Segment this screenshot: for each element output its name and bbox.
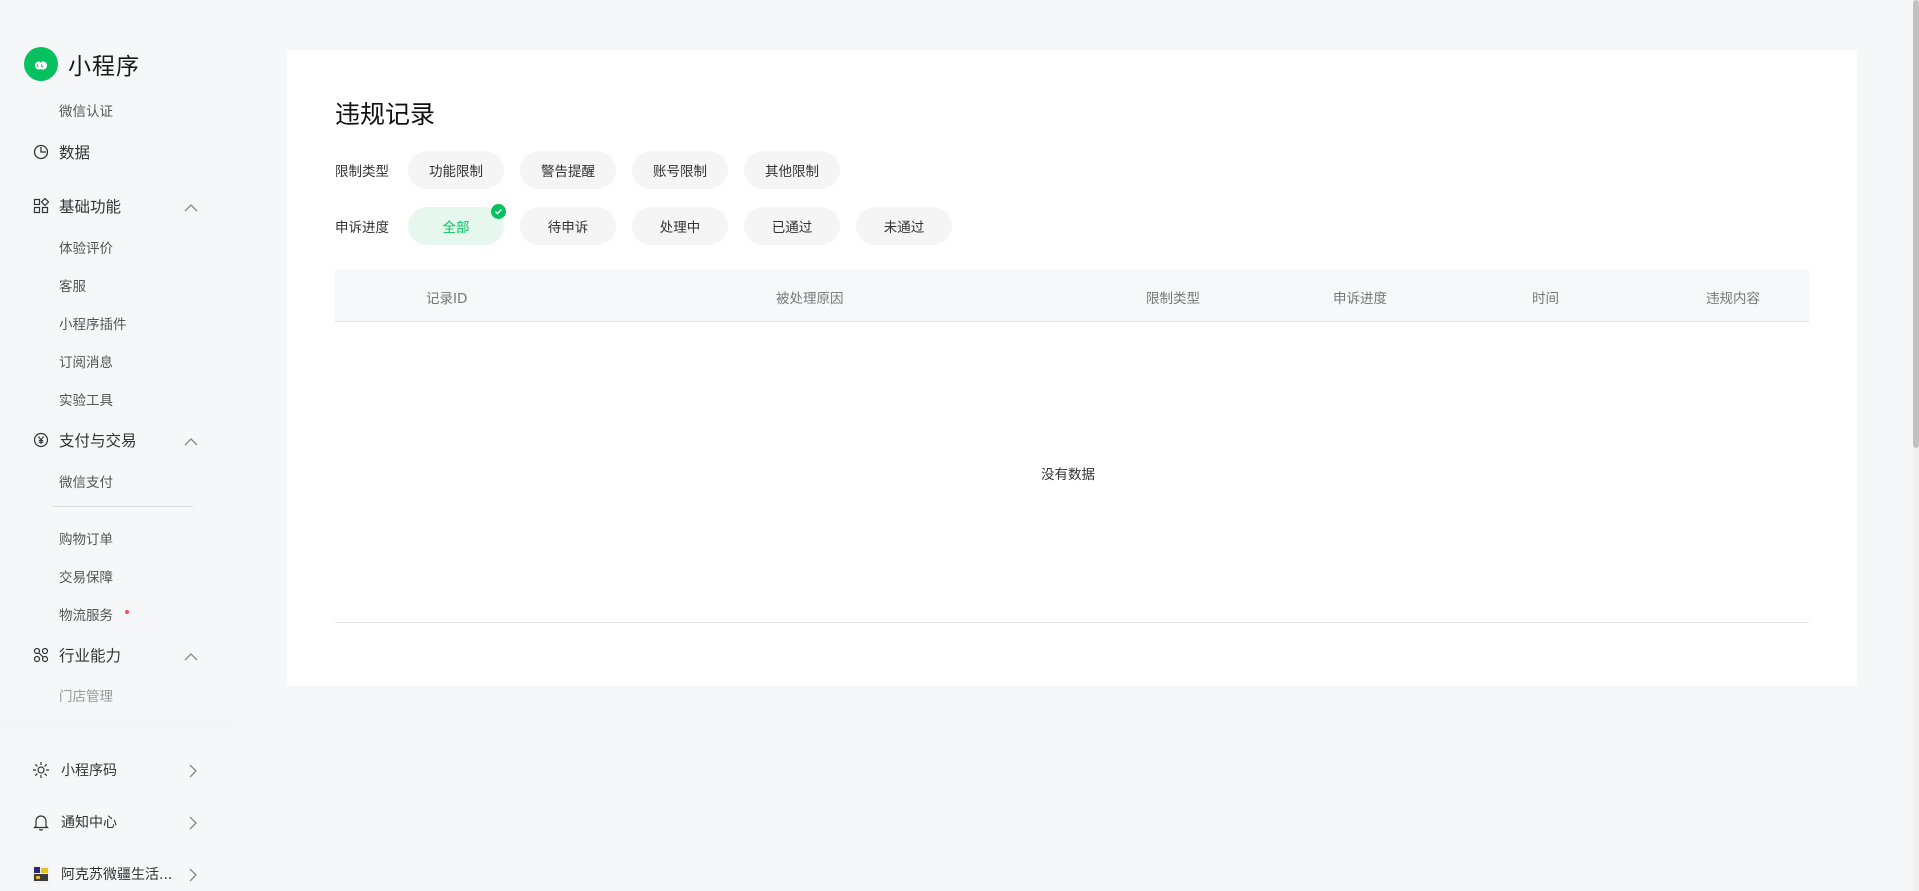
bottom-item-label: 阿克苏微疆生活... <box>61 867 173 883</box>
chevron-right-icon <box>188 815 198 834</box>
sidebar-item-shopping-orders[interactable]: 购物订单 <box>59 528 113 548</box>
filter-chip-account-limit[interactable]: 账号限制 <box>632 151 728 189</box>
filter-chip-approved[interactable]: 已通过 <box>744 207 840 245</box>
filter-chip-rejected[interactable]: 未通过 <box>856 207 952 245</box>
page-title: 违规记录 <box>335 100 436 129</box>
column-header-reason: 被处理原因 <box>776 291 844 307</box>
filter-chip-pending-appeal[interactable]: 待申诉 <box>520 207 616 245</box>
new-badge-dot <box>125 610 129 614</box>
filter-chip-processing[interactable]: 处理中 <box>632 207 728 245</box>
sidebar-item-trade-guarantee[interactable]: 交易保障 <box>59 566 113 586</box>
industry-nodes-icon <box>32 646 50 664</box>
restriction-type-filter: 限制类型 功能限制 警告提醒 账号限制 其他限制 <box>335 151 856 189</box>
filter-chip-warning[interactable]: 警告提醒 <box>520 151 616 189</box>
qrcode-sun-icon <box>32 761 50 779</box>
chevron-up-icon[interactable] <box>184 198 198 217</box>
chip-label: 全部 <box>442 220 470 236</box>
sidebar-item-logistics[interactable]: 物流服务 <box>59 604 113 624</box>
sidebar-item-store-management[interactable]: 门店管理 <box>59 685 113 705</box>
yen-circle-icon <box>32 431 50 449</box>
sidebar-group-label: 支付与交易 <box>59 432 137 450</box>
sidebar-item-lab-tools[interactable]: 实验工具 <box>59 389 113 409</box>
chevron-right-icon <box>188 763 198 782</box>
column-header-record-id: 记录ID <box>426 291 468 307</box>
sidebar-item-experience-review[interactable]: 体验评价 <box>59 237 113 257</box>
column-header-violation-content: 违规内容 <box>1706 291 1760 307</box>
table-bottom-border <box>335 622 1809 623</box>
empty-state-text: 没有数据 <box>1041 467 1095 483</box>
sidebar-scroll-fade <box>0 705 232 727</box>
bottom-item-label: 通知中心 <box>61 815 117 831</box>
sidebar-item-plugins[interactable]: 小程序插件 <box>59 313 127 333</box>
sidebar-bottom-qrcode[interactable]: 小程序码 <box>32 760 198 780</box>
appeal-progress-filter: 申诉进度 全部 待申诉 处理中 已通过 未通过 <box>335 204 968 245</box>
bell-icon <box>32 813 50 831</box>
sidebar-item-wechat-verify[interactable]: 微信认证 <box>59 100 113 120</box>
filter-label: 限制类型 <box>335 164 389 180</box>
sidebar-bottom-notifications[interactable]: 通知中心 <box>32 812 198 832</box>
filter-chip-all[interactable]: 全部 <box>408 204 506 245</box>
filter-label: 申诉进度 <box>335 220 389 236</box>
sidebar-group-label: 行业能力 <box>59 647 122 665</box>
grid-icon <box>32 197 50 215</box>
bottom-item-label: 小程序码 <box>61 763 117 779</box>
miniprogram-logo-icon <box>24 47 58 81</box>
sidebar-group-label: 数据 <box>59 144 91 162</box>
column-header-time: 时间 <box>1532 291 1559 307</box>
app-logo[interactable]: 小程序 <box>24 47 140 81</box>
sidebar-item-subscribe-messages[interactable]: 订阅消息 <box>59 351 113 371</box>
chevron-up-icon[interactable] <box>184 432 198 451</box>
column-header-appeal-progress: 申诉进度 <box>1333 291 1387 307</box>
page-scrollbar-thumb[interactable] <box>1913 0 1919 448</box>
sidebar-group-industry[interactable]: 行业能力 <box>32 644 212 666</box>
sidebar-item-wechat-pay[interactable]: 微信支付 <box>59 471 113 491</box>
sidebar-item-customer-service[interactable]: 客服 <box>59 275 86 295</box>
violation-records-panel: 违规记录 限制类型 功能限制 警告提醒 账号限制 其他限制 申诉进度 全部 待申… <box>287 50 1857 686</box>
check-icon <box>491 204 506 219</box>
sidebar-group-payment[interactable]: 支付与交易 <box>32 429 212 451</box>
filter-chip-function-limit[interactable]: 功能限制 <box>408 151 504 189</box>
filter-chip-other-limit[interactable]: 其他限制 <box>744 151 840 189</box>
sidebar-divider <box>53 506 193 507</box>
sidebar-bottom-account[interactable]: 阿克苏微疆生活... <box>32 864 198 884</box>
chevron-up-icon[interactable] <box>184 647 198 666</box>
app-title: 小程序 <box>68 54 140 80</box>
column-header-restriction-type: 限制类型 <box>1146 291 1200 307</box>
sidebar-group-basic[interactable]: 基础功能 <box>32 195 212 217</box>
table-header: 记录ID 被处理原因 限制类型 申诉进度 时间 违规内容 <box>335 269 1809 322</box>
chevron-right-icon <box>188 867 198 886</box>
sidebar-group-label: 基础功能 <box>59 198 122 216</box>
account-avatar-icon <box>32 865 50 883</box>
sidebar: 小程序 微信认证 数据 基础功能 体验评价 客服 小程序插件 订阅消息 实验工具… <box>0 0 232 891</box>
pie-chart-icon <box>32 143 50 161</box>
sidebar-group-data[interactable]: 数据 <box>32 141 212 163</box>
